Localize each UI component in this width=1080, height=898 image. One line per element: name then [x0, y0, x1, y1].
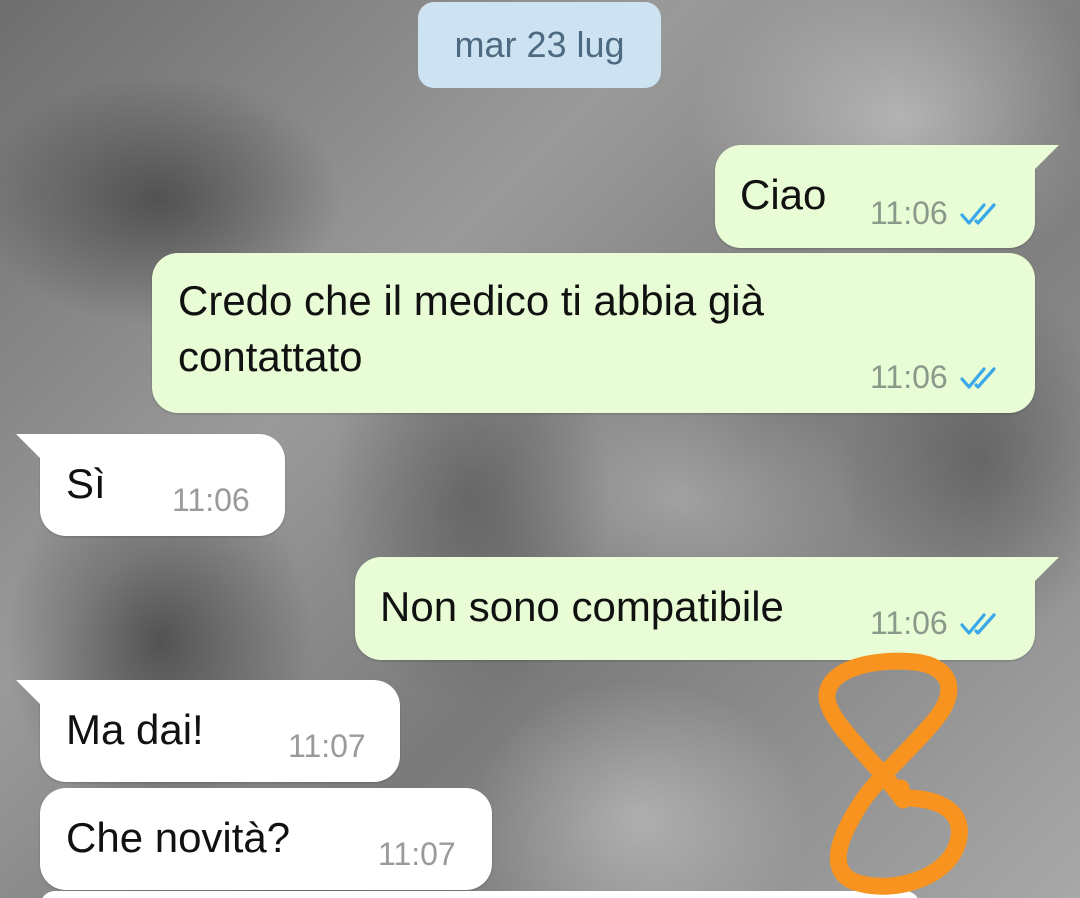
message-text: Ciao: [740, 171, 827, 218]
message-outgoing[interactable]: Credo che il medico ti abbia già contatt…: [152, 253, 1035, 413]
message-meta: 11:06: [870, 359, 1002, 396]
message-meta: 11:06: [870, 605, 1002, 642]
annotation-icon: [818, 652, 968, 895]
message-incoming[interactable]: Ma dai! 11:07: [16, 680, 400, 782]
message-text: Ma dai!: [66, 706, 204, 753]
message-meta: 11:07: [378, 836, 456, 873]
message-text: Sì: [66, 460, 106, 507]
message-incoming[interactable]: Che novità? 11:07: [40, 788, 492, 890]
message-meta: 11:07: [288, 728, 366, 765]
date-separator: mar 23 lug: [418, 2, 661, 88]
double-check-icon: [960, 612, 996, 635]
message-incoming[interactable]: Sì 11:06: [16, 434, 285, 536]
message-text: Che novità?: [66, 814, 291, 861]
message-meta: 11:06: [172, 482, 250, 519]
message-time: 11:06: [870, 195, 948, 231]
double-check-icon: [960, 366, 996, 389]
message-text: Credo che il medico ti abbia già contatt…: [178, 277, 764, 380]
double-check-icon: [960, 202, 996, 225]
message-time: 11:07: [378, 836, 456, 872]
message-outgoing[interactable]: Non sono compatibile 11:06: [355, 557, 1059, 660]
message-text: Non sono compatibile: [380, 583, 784, 630]
message-time: 11:06: [870, 359, 948, 395]
message-incoming-partial: [40, 891, 920, 898]
message-time: 11:06: [172, 482, 250, 518]
message-outgoing[interactable]: Ciao 11:06: [715, 145, 1059, 248]
message-time: 11:06: [870, 605, 948, 641]
message-time: 11:07: [288, 728, 366, 764]
date-separator-label: mar 23 lug: [454, 24, 625, 65]
message-meta: 11:06: [870, 195, 1002, 232]
